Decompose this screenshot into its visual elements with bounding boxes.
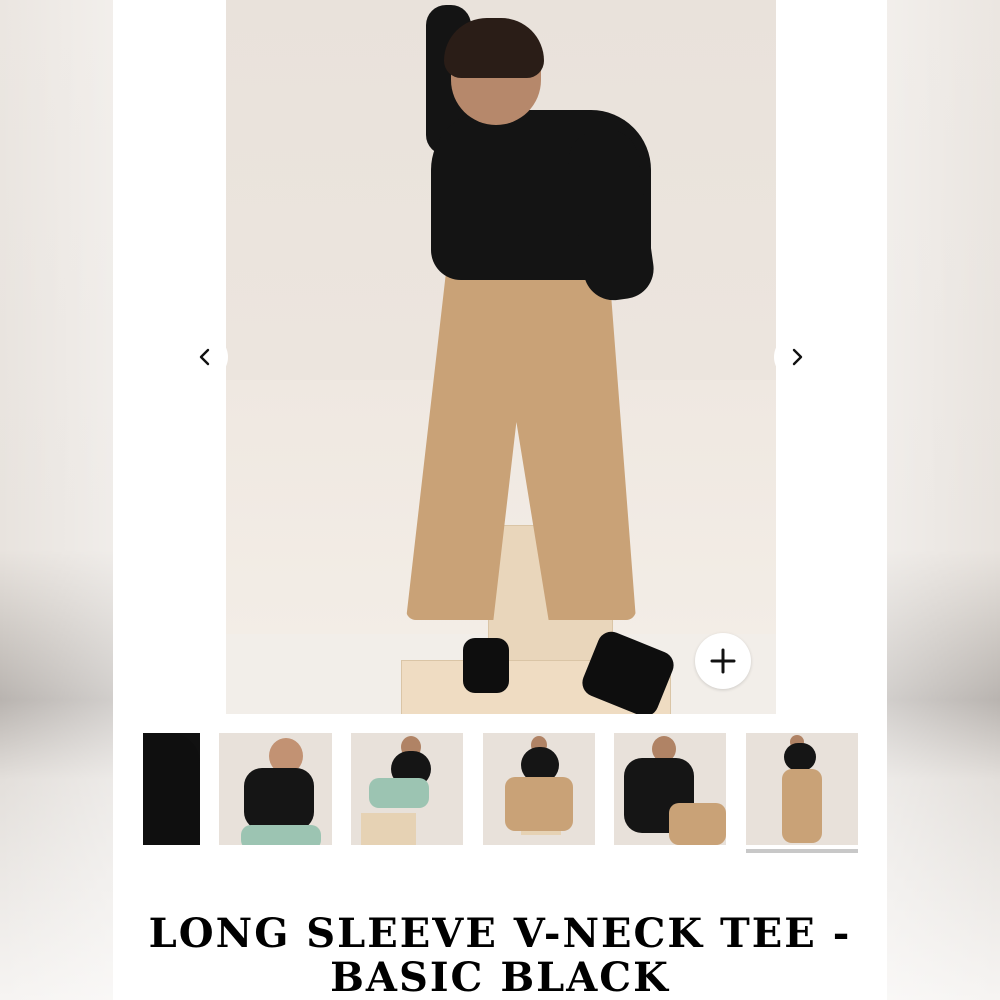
thumb-pants (241, 825, 321, 845)
model-shoe-left (463, 638, 509, 693)
thumb-tee (784, 743, 816, 771)
thumbnail-2[interactable] (219, 733, 332, 845)
thumb-pants (669, 803, 726, 845)
thumb-pants (505, 777, 573, 831)
chevron-left-icon (199, 348, 210, 366)
thumb-pants (782, 769, 822, 843)
blurred-background-left (0, 0, 113, 1000)
thumb-tee-closeup (143, 733, 200, 845)
product-main-image[interactable] (226, 0, 776, 714)
active-thumbnail-indicator (746, 849, 858, 853)
thumbnail-3[interactable] (351, 733, 463, 845)
blurred-background-right (887, 0, 1000, 1000)
thumbnail-4[interactable] (483, 733, 595, 845)
thumb-tee (244, 768, 314, 830)
thumb-pants (369, 778, 429, 808)
thumbnail-1[interactable] (143, 733, 200, 845)
thumbnail-6-active[interactable] (746, 733, 858, 845)
gallery-prev-button[interactable] (182, 334, 228, 380)
model-hair (444, 18, 544, 78)
zoom-button[interactable] (695, 633, 751, 689)
product-title: LONG SLEEVE V-NECK TEE - BASIC BLACK (148, 910, 852, 1000)
chevron-right-icon (792, 348, 803, 366)
gallery-next-button[interactable] (774, 334, 820, 380)
thumbnail-5[interactable] (614, 733, 726, 845)
thumb-box (361, 813, 416, 845)
plus-icon (710, 648, 736, 674)
